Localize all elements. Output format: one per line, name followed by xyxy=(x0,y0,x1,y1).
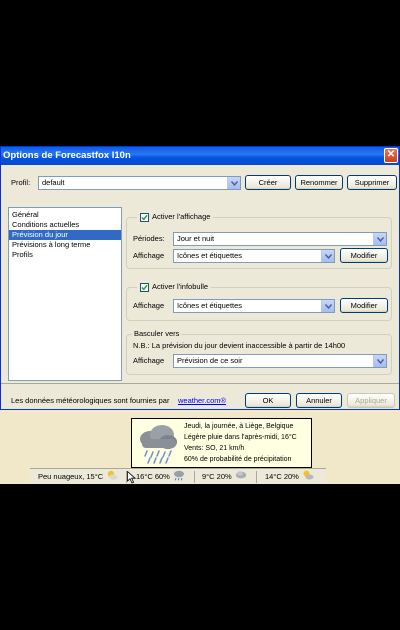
statusbar-day-1[interactable]: 16°C 60% xyxy=(136,469,185,485)
switch-display-label: Affichage xyxy=(133,356,165,365)
partly-cloudy-icon xyxy=(106,469,118,485)
tooltip-line-4: 60% de probabilité de précipitation xyxy=(184,456,292,463)
footer-divider xyxy=(1,383,399,384)
rename-profile-button[interactable]: Renommer xyxy=(295,175,343,190)
weather-com-link[interactable]: weather.com® xyxy=(178,395,226,407)
chevron-down-icon xyxy=(321,300,334,312)
statusbar-current[interactable]: Peu nuageux, 15°C xyxy=(38,469,118,485)
window-title: Options de Forecastfox l10n xyxy=(3,150,131,161)
display-label: Affichage xyxy=(133,251,165,260)
category-list: Général Conditions actuelles Prévision d… xyxy=(8,207,122,381)
rain-cloud-icon xyxy=(136,423,180,465)
tooltip-toggle-label: Activer l'infobulle xyxy=(152,282,209,291)
delete-profile-button[interactable]: Supprimer xyxy=(347,175,397,190)
tree-item-general[interactable]: Général xyxy=(9,210,121,220)
display-checkbox[interactable] xyxy=(140,212,149,222)
day-3-text: 14°C 20% xyxy=(265,472,299,481)
day-2-text: 9°C 20% xyxy=(202,472,232,481)
tooltip-toggle[interactable]: Activer l'infobulle xyxy=(137,281,212,293)
statusbar-divider xyxy=(256,471,257,483)
tooltip-line-1: Jeudi, la journée, à Liège, Belgique xyxy=(184,423,294,430)
chevron-down-icon xyxy=(373,355,386,367)
statusbar-day-2[interactable]: 9°C 20% xyxy=(202,471,247,483)
cloudy-icon xyxy=(235,469,247,485)
display-value: Icônes et étiquettes xyxy=(177,251,243,260)
statusbar-divider xyxy=(194,471,195,483)
chevron-down-icon xyxy=(227,177,240,189)
periods-label: Périodes: xyxy=(133,234,165,243)
display-toggle-label: Activer l'affichage xyxy=(152,212,211,221)
rain-icon xyxy=(173,469,185,485)
weather-tooltip: Jeudi, la journée, à Liège, Belgique Lég… xyxy=(131,418,312,468)
tooltip-line-2: Légère pluie dans l'après-midi, 16°C xyxy=(184,434,297,441)
profile-value: default xyxy=(42,178,65,187)
tooltip-display-select[interactable]: Icônes et étiquettes xyxy=(173,299,335,313)
display-select[interactable]: Icônes et étiquettes xyxy=(173,249,335,263)
switch-display-value: Prévision de ce soir xyxy=(177,356,243,365)
data-credit-text: Les données météorologiques sont fournie… xyxy=(11,396,170,405)
tree-item-daily-forecast[interactable]: Prévision du jour xyxy=(9,230,121,240)
tree-item-long-term-forecast[interactable]: Prévisions à long terme xyxy=(9,240,121,250)
tooltip-line-3: Vents: SO, 21 km/h xyxy=(184,445,245,452)
ok-button[interactable]: OK xyxy=(245,393,291,408)
switch-display-select[interactable]: Prévision de ce soir xyxy=(173,354,387,368)
sun-cloud-icon xyxy=(302,469,314,485)
display-toggle[interactable]: Activer l'affichage xyxy=(137,211,214,223)
profile-label: Profil: xyxy=(11,178,31,187)
close-icon: ✕ xyxy=(386,149,396,160)
close-button[interactable]: ✕ xyxy=(384,148,398,163)
modify-display-button[interactable]: Modifier xyxy=(340,248,388,263)
tooltip-checkbox[interactable] xyxy=(140,282,149,292)
current-weather-text: Peu nuageux, 15°C xyxy=(38,472,104,481)
options-dialog: Options de Forecastfox l10n ✕ Profil: de… xyxy=(0,146,400,410)
periods-value: Jour et nuit xyxy=(177,234,215,243)
chevron-down-icon xyxy=(373,233,386,245)
chevron-down-icon xyxy=(321,250,334,262)
day-1-text: 16°C 60% xyxy=(136,472,170,481)
tree-item-current-conditions[interactable]: Conditions actuelles xyxy=(9,220,121,230)
profile-select[interactable]: default xyxy=(38,176,241,190)
statusbar-day-3[interactable]: 14°C 20% xyxy=(265,469,314,485)
modify-tooltip-button[interactable]: Modifier xyxy=(340,298,388,313)
tree-item-profiles[interactable]: Profils xyxy=(9,250,121,260)
forecast-statusbar: Peu nuageux, 15°C 16°C 60% 9°C 20% 14°C … xyxy=(30,468,326,484)
tooltip-display-label: Affichage xyxy=(133,301,165,310)
cursor-icon xyxy=(127,470,137,486)
switch-group-title: Basculer vers xyxy=(132,328,182,340)
tooltip-display-value: Icônes et étiquettes xyxy=(177,301,243,310)
apply-button[interactable]: Appliquer xyxy=(347,393,395,408)
title-bar: Options de Forecastfox l10n xyxy=(1,147,399,165)
create-profile-button[interactable]: Créer xyxy=(245,175,291,190)
cancel-button[interactable]: Annuler xyxy=(296,393,342,408)
switch-note: N.B.: La prévision du jour devient inacc… xyxy=(133,341,346,350)
periods-select[interactable]: Jour et nuit xyxy=(173,232,387,246)
